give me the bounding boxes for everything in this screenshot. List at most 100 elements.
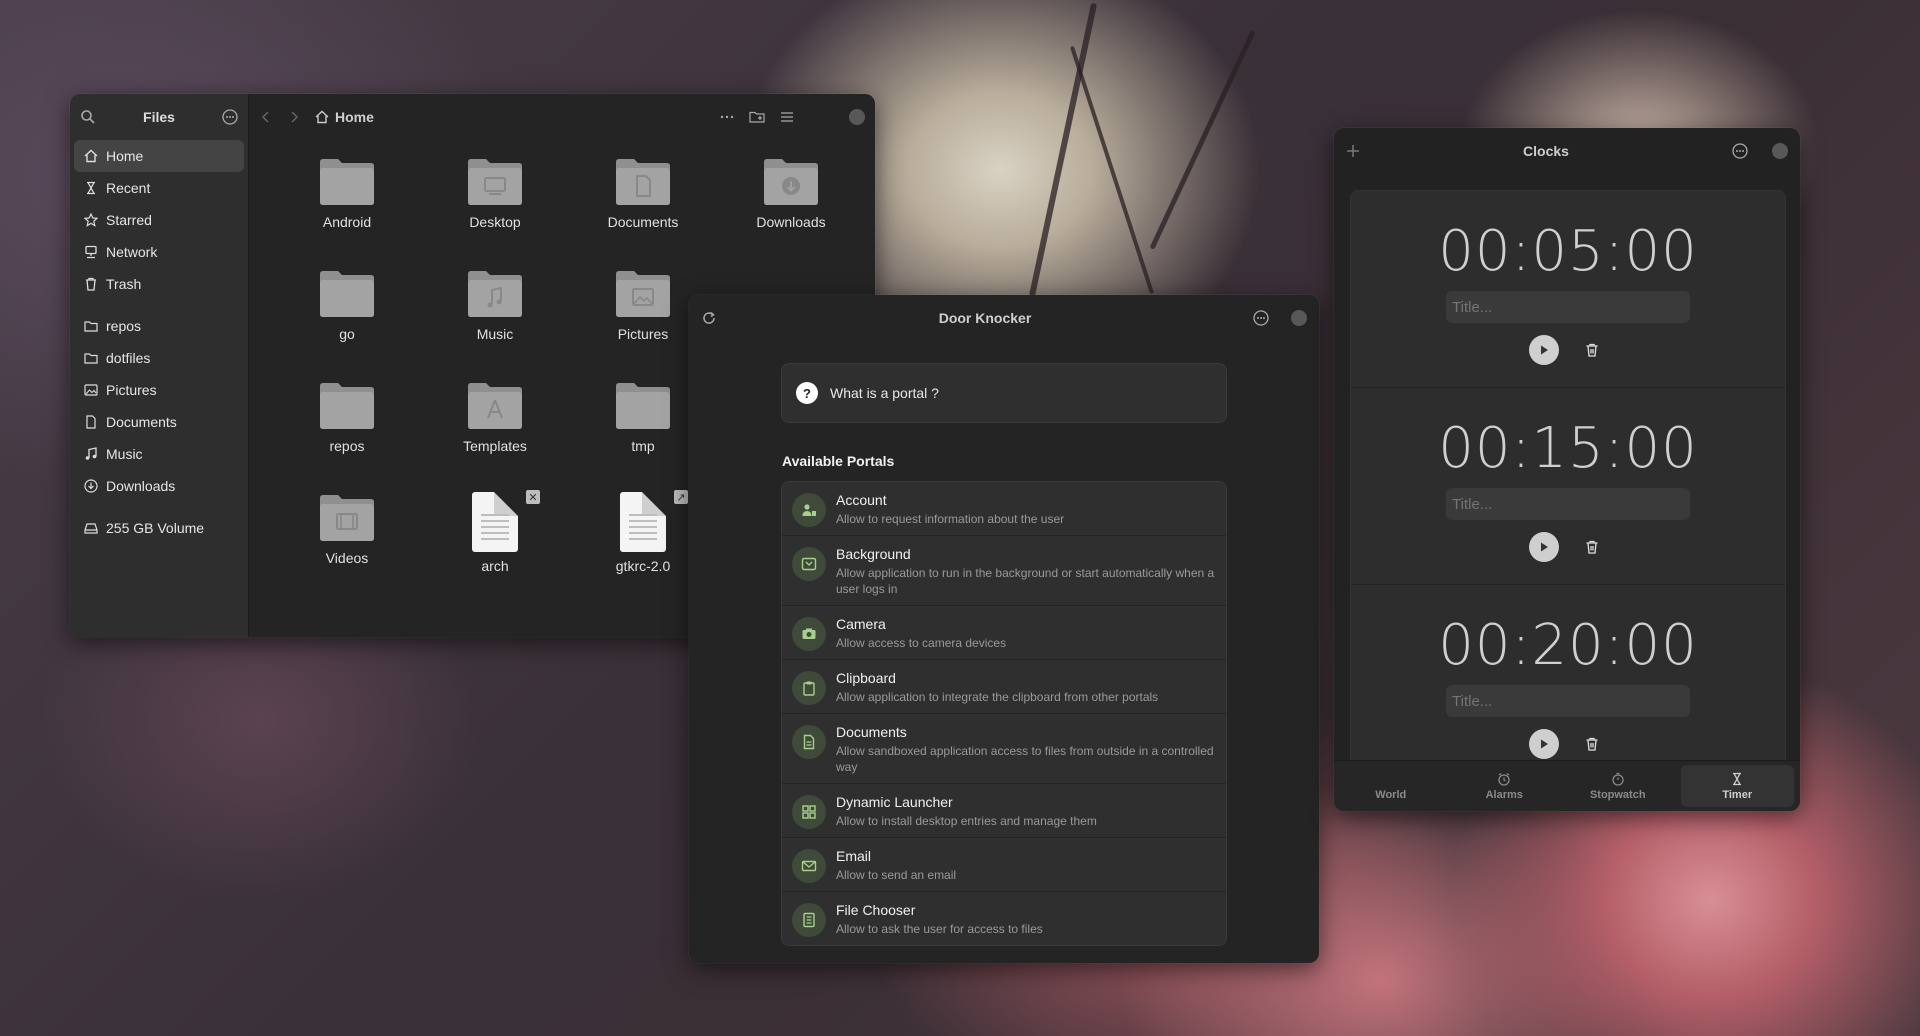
- file-item[interactable]: Desktop: [421, 156, 569, 268]
- file-item[interactable]: Downloads: [717, 156, 865, 268]
- portal-description: Allow sandboxed application access to fi…: [836, 744, 1214, 774]
- sidebar-item-music[interactable]: Music: [74, 438, 244, 470]
- timer-list: 00:05:00 00:15:00 00:20:00: [1350, 190, 1786, 772]
- home-icon: [82, 149, 100, 163]
- close-button[interactable]: [849, 109, 865, 125]
- portal-row[interactable]: File Chooser Allow to ask the user for ac…: [782, 892, 1226, 945]
- files-app-title: Files: [143, 109, 175, 125]
- files-toolbar: Home: [249, 94, 875, 140]
- sidebar-item-label: Pictures: [106, 382, 157, 398]
- sidebar-item-volume[interactable]: 255 GB Volume: [74, 512, 244, 544]
- portal-name: Email: [836, 848, 872, 864]
- sidebar-item-label: Downloads: [106, 478, 176, 494]
- sidebar-item-label: Network: [106, 244, 158, 260]
- tab-label: Timer: [1722, 788, 1753, 801]
- wallpaper-stem: [1069, 45, 1155, 295]
- file-item[interactable]: Android: [273, 156, 421, 268]
- tab-world[interactable]: World: [1334, 761, 1448, 811]
- globe-icon: [1384, 772, 1398, 786]
- refresh-icon[interactable]: [701, 310, 717, 326]
- more-icon[interactable]: [719, 109, 735, 125]
- file-item[interactable]: Documents: [569, 156, 717, 268]
- file-name: Videos: [325, 550, 369, 566]
- timer-title-input[interactable]: [1446, 488, 1690, 520]
- delete-button[interactable]: [1577, 335, 1607, 365]
- folder-videos-icon: [318, 492, 376, 544]
- timer-title-input[interactable]: [1446, 291, 1690, 323]
- folder-icon: [318, 380, 376, 432]
- play-button[interactable]: [1529, 335, 1559, 365]
- search-icon[interactable]: [80, 109, 96, 125]
- text-file-icon: ↗: [620, 490, 688, 552]
- file-name: repos: [329, 438, 365, 454]
- delete-button[interactable]: [1577, 729, 1607, 759]
- new-folder-icon[interactable]: [749, 109, 765, 125]
- back-icon[interactable]: [259, 110, 273, 124]
- sidebar-item-recent[interactable]: Recent: [74, 172, 244, 204]
- tab-alarms[interactable]: Alarms: [1448, 761, 1562, 811]
- portal-row[interactable]: Account Allow to request information abou…: [782, 482, 1226, 536]
- portal-row[interactable]: Dynamic Launcher Allow to install desktop…: [782, 784, 1226, 838]
- camera-icon: [792, 617, 826, 651]
- close-button[interactable]: [1290, 310, 1307, 326]
- portal-description: Allow application to integrate the clipb…: [836, 690, 1159, 704]
- file-item[interactable]: Videos: [273, 492, 421, 604]
- menu-icon[interactable]: [222, 109, 238, 125]
- sidebar-item-pictures[interactable]: Pictures: [74, 374, 244, 406]
- folder-templates-icon: [466, 380, 524, 432]
- sidebar-item-home[interactable]: Home: [74, 140, 244, 172]
- document-icon: [792, 725, 826, 759]
- sidebar-item-documents[interactable]: Documents: [74, 406, 244, 438]
- timer-row: 00:05:00: [1351, 191, 1785, 388]
- tab-stopwatch[interactable]: Stopwatch: [1561, 761, 1675, 811]
- portal-row[interactable]: Camera Allow access to camera devices: [782, 606, 1226, 660]
- tab-timer[interactable]: Timer: [1680, 765, 1794, 807]
- clipboard-icon: [792, 671, 826, 705]
- portal-row[interactable]: Email Allow to send an email: [782, 838, 1226, 892]
- trash-icon: [82, 277, 100, 291]
- file-item[interactable]: go: [273, 268, 421, 380]
- file-item[interactable]: repos: [273, 380, 421, 492]
- view-switcher: World Alarms Stopwatch Timer: [1334, 760, 1800, 811]
- hourglass-icon: [1730, 772, 1744, 786]
- file-name: Android: [322, 214, 372, 230]
- portal-name: Clipboard: [836, 670, 896, 686]
- portal-name: Dynamic Launcher: [836, 794, 953, 810]
- close-button[interactable]: [1771, 143, 1788, 159]
- file-item[interactable]: Templates: [421, 380, 569, 492]
- forward-icon[interactable]: [287, 110, 301, 124]
- list-view-icon[interactable]: [779, 109, 795, 125]
- add-icon[interactable]: [1346, 144, 1360, 158]
- play-button[interactable]: [1529, 532, 1559, 562]
- sidebar-item-starred[interactable]: Starred: [74, 204, 244, 236]
- delete-button[interactable]: [1577, 532, 1607, 562]
- play-button[interactable]: [1529, 729, 1559, 759]
- sidebar-item-trash[interactable]: Trash: [74, 268, 244, 300]
- file-name: Desktop: [469, 214, 521, 230]
- timer-title-input[interactable]: [1446, 685, 1690, 717]
- what-is-portal-button[interactable]: ? What is a portal ?: [781, 363, 1227, 423]
- file-item[interactable]: Music: [421, 268, 569, 380]
- alarm-icon: [1497, 772, 1511, 786]
- sidebar-item-repos[interactable]: repos: [74, 310, 244, 342]
- file-item[interactable]: ✕ arch: [421, 490, 569, 604]
- door-knocker-header: Door Knocker: [689, 295, 1319, 341]
- portal-row[interactable]: Background Allow application to run in th…: [782, 536, 1226, 606]
- stopwatch-icon: [1611, 772, 1625, 786]
- breadcrumb[interactable]: Home: [315, 109, 374, 125]
- sidebar-item-downloads[interactable]: Downloads: [74, 470, 244, 502]
- text-file-icon: ✕: [472, 490, 540, 552]
- timer-value: 00:15:00: [1438, 416, 1698, 481]
- tab-label: Alarms: [1485, 788, 1523, 801]
- menu-icon[interactable]: [1253, 310, 1269, 326]
- file-name: Templates: [463, 438, 527, 454]
- home-icon: [315, 110, 329, 124]
- folder-icon: [614, 380, 672, 432]
- sidebar-item-dotfiles[interactable]: dotfiles: [74, 342, 244, 374]
- portal-row[interactable]: Documents Allow sandboxed application acc…: [782, 714, 1226, 784]
- sidebar-item-network[interactable]: Network: [74, 236, 244, 268]
- menu-icon[interactable]: [1732, 143, 1748, 159]
- portal-row[interactable]: Clipboard Allow application to integrate …: [782, 660, 1226, 714]
- clock-icon: [82, 181, 100, 195]
- account-icon: [792, 493, 826, 527]
